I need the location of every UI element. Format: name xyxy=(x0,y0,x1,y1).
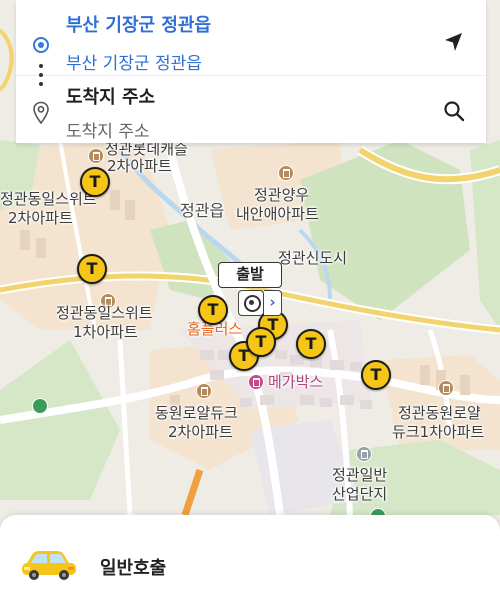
location-pin-icon xyxy=(33,101,49,125)
map-label: 정관양우 xyxy=(254,186,310,204)
taxi-marker[interactable]: T xyxy=(198,295,228,325)
map-label: 동원로얄듀크 xyxy=(155,404,238,422)
general-call-option[interactable]: 일반호출 xyxy=(0,543,500,593)
park-icon xyxy=(32,398,48,414)
origin-title: 부산 기장군 정관읍 xyxy=(66,15,212,36)
cinema-icon xyxy=(248,374,264,390)
apartment-icon xyxy=(438,380,454,396)
apartment-icon xyxy=(88,148,104,164)
map-label: 정관동원로얄 xyxy=(398,404,481,422)
map-label: 정관동일스위트 xyxy=(56,304,153,322)
route-dot-icon xyxy=(39,64,43,68)
search-icon[interactable] xyxy=(442,99,466,123)
origin-row[interactable]: 부산 기장군 정관읍 부산 기장군 정관읍 xyxy=(16,0,486,86)
destination-title: 도착지 주소 xyxy=(66,87,156,108)
megabox-label: 메가박스 xyxy=(268,373,324,391)
destination-row[interactable]: 도착지 주소 도착지 주소 xyxy=(16,77,486,143)
map-label: 내안애아파트 xyxy=(236,205,319,223)
bottom-sheet: 일반호출 xyxy=(0,515,500,616)
taxi-marker[interactable]: T xyxy=(77,254,107,284)
taxi-marker[interactable]: T xyxy=(361,360,391,390)
apartment-icon xyxy=(278,165,294,181)
start-label: 출발 xyxy=(218,262,282,288)
target-pin-icon xyxy=(238,290,264,316)
general-call-label: 일반호출 xyxy=(100,558,167,579)
taxi-marker[interactable]: T xyxy=(80,167,110,197)
chevron-right-icon[interactable]: › xyxy=(264,290,282,316)
taxi-car-icon xyxy=(22,551,76,580)
map-label: 산업단지 xyxy=(332,485,388,503)
taxi-app: 정관롯데캐슬 2차아파트 정관동일스위트 2차아파트 정관양우 내안애아파트 정… xyxy=(0,0,500,616)
industrial-icon xyxy=(356,446,372,462)
map-label: 정관일반 xyxy=(332,466,388,484)
map-label: 2차아파트 xyxy=(168,423,233,441)
map-label: 정관동일스위트 xyxy=(0,190,97,208)
taxi-marker[interactable]: T xyxy=(246,327,276,357)
origin-target-icon xyxy=(33,37,49,53)
map-label: 2차아파트 xyxy=(107,157,172,175)
destination-input[interactable]: 도착지 주소 xyxy=(66,117,150,142)
navigation-arrow-icon[interactable] xyxy=(442,30,466,54)
origin-input[interactable]: 부산 기장군 정관읍 xyxy=(66,49,202,74)
map-label: 2차아파트 xyxy=(8,209,73,227)
town-label: 정관읍 xyxy=(180,201,225,220)
map-label: 정관신도시 xyxy=(278,249,348,267)
taxi-marker[interactable]: T xyxy=(296,329,326,359)
map-label: 듀크1차아파트 xyxy=(392,423,485,441)
apartment-icon xyxy=(196,383,212,399)
map-label: 1차아파트 xyxy=(73,323,138,341)
route-search-panel: 부산 기장군 정관읍 부산 기장군 정관읍 도착지 주소 도착지 주소 xyxy=(16,0,486,143)
